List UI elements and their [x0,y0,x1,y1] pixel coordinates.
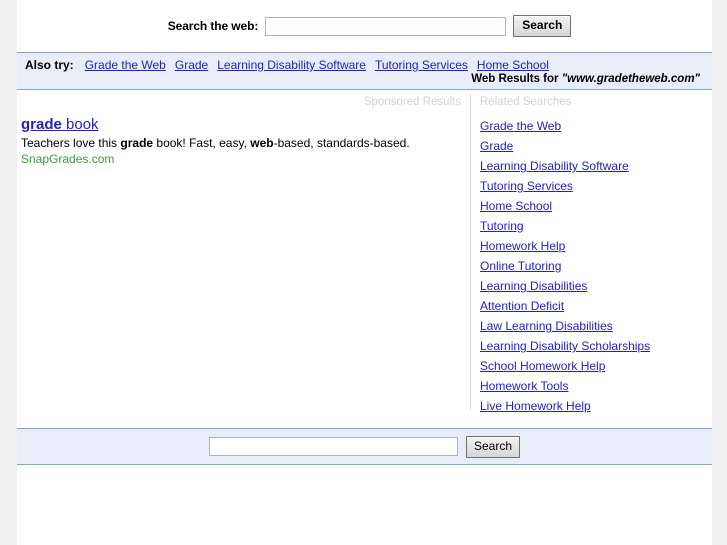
related-link-online-tutoring[interactable]: Online Tutoring [480,256,561,276]
also-try-label: Also try: [25,58,74,72]
related-link-grade-the-web[interactable]: Grade the Web [480,116,561,136]
web-results-for: Web Results for "www.gradetheweb.com" [25,73,702,85]
ad-display-url: SnapGrades.com [21,152,115,166]
related-link-homework-tools[interactable]: Homework Tools [480,376,568,396]
related-link-tutoring-services[interactable]: Tutoring Services [480,176,573,196]
ad-desc-part1: Teachers love this [21,136,121,150]
related-link-school-homework-help[interactable]: School Homework Help [480,356,605,376]
results-area: Sponsored Results Related Searches grade… [17,90,712,413]
sponsored-results-list: grade book Teachers love this grade book… [21,116,461,167]
top-search-button[interactable]: Search [513,15,572,37]
ad-title-link[interactable]: grade book [21,116,461,134]
related-searches-list: Grade the Web Grade Learning Disability … [480,116,712,416]
related-link-home-school[interactable]: Home School [480,196,552,216]
bottom-search-button[interactable]: Search [465,435,521,458]
ad-title-rest: book [61,116,99,133]
web-results-prefix: Web Results for [471,73,559,85]
bottom-search-bar: Search [17,428,712,465]
ad-desc-part3: -based, standards-based. [273,136,410,150]
also-try-link-grade-the-web[interactable]: Grade the Web [85,58,166,72]
top-search-input[interactable] [265,16,507,36]
related-link-homework-help[interactable]: Homework Help [480,236,565,256]
also-try-link-grade[interactable]: Grade [175,58,208,72]
also-try-link-learning-disability-software[interactable]: Learning Disability Software [217,58,366,72]
related-link-live-homework-help[interactable]: Live Homework Help [480,396,591,416]
related-link-learning-disability-scholarships[interactable]: Learning Disability Scholarships [480,336,650,356]
also-try-row: Also try: Grade the Web Grade Learning D… [25,58,702,72]
page-content: Search the web: Search Also try: Grade t… [17,0,712,545]
also-try-band: Also try: Grade the Web Grade Learning D… [17,52,712,90]
also-try-link-home-school[interactable]: Home School [477,58,549,72]
ad-desc-part2: book! Fast, easy, [153,136,251,150]
search-the-web-label: Search the web: [167,19,259,33]
column-headers: Sponsored Results Related Searches [17,90,712,108]
related-link-learning-disabilities[interactable]: Learning Disabilities [480,276,587,296]
sponsored-result-item: grade book Teachers love this grade book… [21,116,461,167]
related-link-attention-deficit[interactable]: Attention Deficit [480,296,564,316]
ad-desc-keyword-grade: grade [120,136,154,150]
related-link-learning-disability-software[interactable]: Learning Disability Software [480,156,629,176]
related-link-tutoring[interactable]: Tutoring [480,216,524,236]
also-try-link-tutoring-services[interactable]: Tutoring Services [375,58,468,72]
top-search-bar: Search the web: Search [17,0,712,52]
bottom-search-input[interactable] [208,437,458,456]
ad-desc-keyword-web: web [250,136,274,150]
column-divider [470,94,471,410]
web-results-query: "www.gradetheweb.com" [561,73,700,85]
ad-description: Teachers love this grade book! Fast, eas… [21,135,461,151]
related-link-grade[interactable]: Grade [480,136,513,156]
ad-title-keyword: grade [21,116,62,133]
related-link-law-learning-disabilities[interactable]: Law Learning Disabilities [480,316,613,336]
sponsored-results-header: Sponsored Results [363,96,461,108]
related-searches-header: Related Searches [480,96,572,108]
